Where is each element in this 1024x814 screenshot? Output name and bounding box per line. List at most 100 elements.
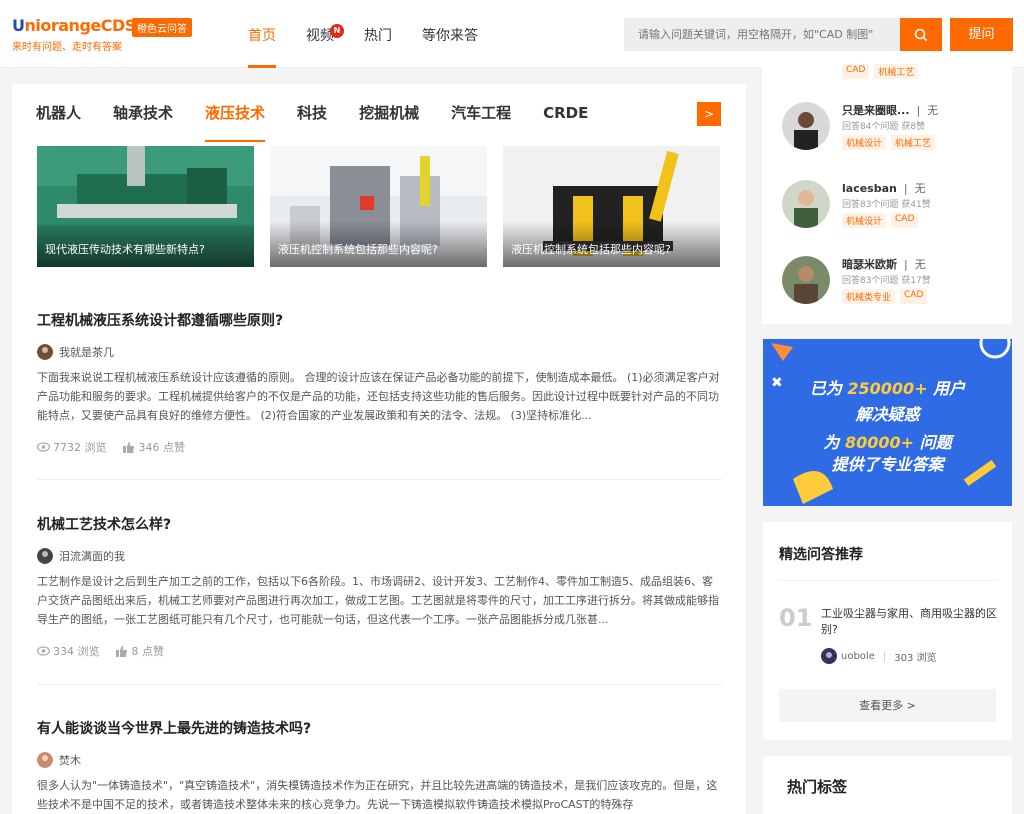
banner-text: 为 [823, 433, 845, 452]
article-excerpt: 工艺制作是设计之后到生产加工之前的工作，包括以下6各阶段。1、市场调研2、设计开… [37, 575, 719, 626]
article-author[interactable]: 泪流满面的我 [37, 548, 722, 564]
active-answerers-panel: CAD 机械工艺 只是来圈眼... | 无 回答84个问题 获8赞 机械设计 机… [762, 56, 1012, 324]
pick-meta: uobole | 303 浏览 [821, 648, 937, 664]
search-icon [914, 28, 928, 41]
pick-author[interactable]: uobole [841, 651, 875, 662]
eye-icon [37, 442, 50, 452]
panel-title: 热门标签 [787, 778, 848, 796]
divider [37, 479, 722, 480]
thumb-caption: 现代液压传动技术有哪些新特点? [37, 221, 254, 267]
tab-crde[interactable]: CRDE [543, 84, 588, 142]
search-input[interactable] [624, 18, 900, 51]
like-count[interactable]: 346 点赞 [122, 439, 186, 455]
banner-highlight: 80000+ [844, 433, 915, 452]
article-card: 机械工艺技术怎么样? 泪流满面的我 工艺制作是设计之后到生产加工之前的工作，包括… [37, 514, 722, 659]
user-avatar [782, 256, 830, 304]
thumb-card[interactable]: 液压机控制系统包括那些内容呢? [270, 146, 487, 267]
banner-line: 为 80000+ 问题 [763, 429, 1012, 453]
panel-title: 精选问答推荐 [779, 547, 863, 563]
featured-qa-panel: 精选问答推荐 01 工业吸尘器与家用、商用吸尘器的区别? uobole | 30… [763, 522, 1012, 740]
user-tag[interactable]: CAD [842, 64, 870, 79]
rank-number: 01 [779, 604, 813, 632]
banner-highlight: 250000+ [847, 379, 928, 398]
article-excerpt: 很多人认为"一体铸造技术"，"真空铸造技术"，消失模铸造技术作为正在研究，并且比… [37, 779, 718, 811]
user-tags: 机械设计 机械工艺 [842, 135, 940, 150]
main-nav: 首页 视频 N 热门 等你来答 [248, 0, 508, 68]
banner-line: 已为 250000+ 用户 [763, 375, 1012, 399]
user-name: lacesban [842, 182, 897, 195]
tab-automotive[interactable]: 汽车工程 [451, 84, 511, 142]
user-avatar [782, 102, 830, 150]
view-more-button[interactable]: 查看更多 > [779, 689, 996, 722]
nav-video[interactable]: 视频 N [306, 0, 344, 68]
search-button[interactable] [900, 18, 942, 51]
user-card[interactable]: 只是来圈眼... | 无 回答84个问题 获8赞 机械设计 机械工艺 [782, 102, 1012, 158]
author-avatar [821, 648, 837, 664]
thumb-caption: 液压机控制系统包括那些内容呢? [503, 221, 720, 267]
like-count[interactable]: 8 点赞 [115, 643, 165, 659]
user-stats: 回答83个问题 获41赞 [842, 200, 931, 210]
tab-bearing[interactable]: 轴承技术 [113, 84, 173, 142]
ask-question-button[interactable]: 提问 [950, 18, 1013, 51]
site-logo[interactable]: UniorangeCDS 橙色云问答 来时有问题、走时有答案 [12, 16, 212, 56]
thumb-card[interactable]: 液压机控制系统包括那些内容呢? [503, 146, 720, 267]
thumb-caption: 液压机控制系统包括那些内容呢? [270, 221, 487, 267]
user-extra: 无 [914, 258, 926, 271]
view-count-text: 334 浏览 [53, 645, 100, 658]
author-name: 焚木 [59, 754, 81, 767]
nav-waiting-answers[interactable]: 等你来答 [422, 0, 478, 68]
banner-text: 已为 [809, 379, 848, 398]
author-avatar [37, 344, 53, 360]
like-count-text: 8 点赞 [131, 645, 165, 658]
tab-excavator[interactable]: 挖掘机械 [359, 84, 419, 142]
user-card[interactable]: lacesban | 无 回答83个问题 获41赞 机械设计 CAD [782, 180, 1012, 236]
tab-robot[interactable]: 机器人 [36, 84, 81, 142]
view-count-text: 7732 浏览 [53, 441, 107, 454]
thumb-card[interactable]: 现代液压传动技术有哪些新特点? [37, 146, 254, 267]
tab-hydraulic[interactable]: 液压技术 [205, 84, 266, 142]
user-tags: 机械类专业 CAD [842, 289, 932, 304]
article-card: 有人能谈谈当今世界上最先进的铸造技术吗? 焚木 很多人认为"一体铸造技术"，"真… [37, 718, 722, 814]
user-tag[interactable]: 机械设计 [842, 135, 887, 150]
nav-hot[interactable]: 热门 [364, 0, 392, 68]
pick-question-title[interactable]: 工业吸尘器与家用、商用吸尘器的区别? [821, 606, 999, 638]
thumbs-up-icon [115, 645, 127, 657]
article-stats: 334 浏览 8 点赞 [37, 643, 722, 659]
thumbs-up-icon [122, 441, 134, 453]
user-tag[interactable]: 机械设计 [842, 213, 887, 228]
article-title[interactable]: 机械工艺技术怎么样? [37, 514, 722, 534]
hot-tags-panel: 热门标签 [763, 756, 1012, 814]
user-avatar [782, 180, 830, 228]
article-author[interactable]: 焚木 [37, 752, 722, 768]
user-tag[interactable]: 机械工艺 [891, 135, 936, 150]
user-tag[interactable]: 机械工艺 [874, 64, 919, 79]
main-content: 机器人 轴承技术 液压技术 科技 挖掘机械 汽车工程 CRDE > 现代液压传动… [12, 84, 746, 814]
user-tags: CAD 机械工艺 [842, 64, 923, 79]
user-stats: 回答83个问题 获17赞 [842, 276, 931, 286]
user-tag[interactable]: 机械类专业 [842, 289, 896, 304]
user-tags: 机械设计 CAD [842, 213, 923, 228]
banner-line: 提供了专业答案 [831, 455, 944, 474]
promo-banner[interactable]: ✖ 已为 250000+ 用户 解决疑惑 为 80000+ 问题 提供了专业答案 [763, 339, 1012, 506]
article-excerpt: 下面我来说说工程机械液压系统设计应该遵循的原则。 合理的设计应该在保证产品必备功… [37, 371, 720, 422]
user-extra: 无 [914, 182, 926, 195]
author-avatar [37, 548, 53, 564]
article-title[interactable]: 有人能谈谈当今世界上最先进的铸造技术吗? [37, 718, 722, 738]
nav-home[interactable]: 首页 [248, 0, 276, 68]
logo-badge: 橙色云问答 [132, 18, 192, 37]
logo-name: niorangeCDS [24, 16, 137, 35]
like-count-text: 346 点赞 [138, 441, 186, 454]
banner-text: 问题 [914, 433, 952, 452]
banner-text: 用户 [927, 379, 966, 398]
article-author[interactable]: 我就是茶几 [37, 344, 722, 360]
tabs-next-button[interactable]: > [697, 102, 721, 126]
divider [779, 580, 997, 581]
article-title[interactable]: 工程机械液压系统设计都遵循哪些原则? [37, 310, 722, 330]
user-tag[interactable]: CAD [900, 289, 928, 304]
eye-icon [37, 646, 50, 656]
author-name: 我就是茶几 [59, 346, 114, 359]
banner-line: 解决疑惑 [855, 405, 920, 424]
user-card[interactable]: 暗瑟米欧斯 | 无 回答83个问题 获17赞 机械类专业 CAD [782, 256, 1012, 312]
user-tag[interactable]: CAD [891, 213, 919, 228]
tab-tech[interactable]: 科技 [297, 84, 327, 142]
